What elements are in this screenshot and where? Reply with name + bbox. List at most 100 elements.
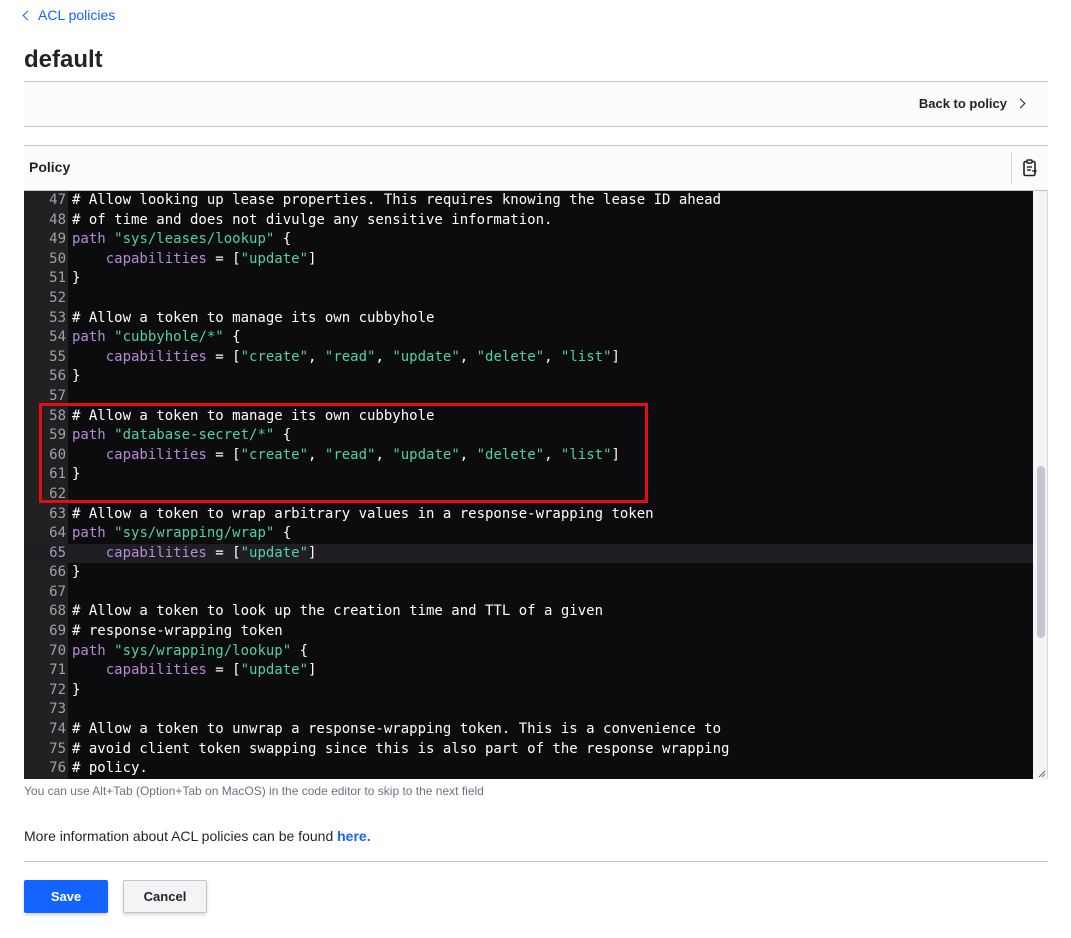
code-line[interactable]: 68 # Allow a token to look up the creatio… xyxy=(24,602,1034,622)
code-token: } xyxy=(72,564,81,581)
line-number: 58 xyxy=(49,407,66,424)
back-to-policy-label: Back to policy xyxy=(918,96,1007,111)
line-text: # Allow a token to manage its own cubbyh… xyxy=(72,309,434,329)
line-text: path "cubbyhole/*" { xyxy=(72,328,241,348)
code-token: } xyxy=(72,270,81,287)
line-number: 48 xyxy=(49,211,66,228)
code-line[interactable]: 48 # of time and does not divulge any sen… xyxy=(24,211,1034,231)
code-line[interactable]: 59 path "database-secret/*" { xyxy=(24,426,1034,446)
code-line[interactable]: 49 path "sys/leases/lookup" { xyxy=(24,230,1034,250)
code-token: = [ xyxy=(206,662,241,679)
code-token: "sys/leases/lookup" xyxy=(114,231,275,248)
code-line[interactable]: 57 xyxy=(24,387,1034,407)
code-line[interactable]: 66} xyxy=(24,563,1034,583)
divider xyxy=(24,861,1048,862)
code-token: "update" xyxy=(240,250,309,267)
code-token: "create" xyxy=(240,348,309,365)
code-line[interactable]: 54 path "cubbyhole/*" { xyxy=(24,328,1034,348)
code-line[interactable]: 62 xyxy=(24,485,1034,505)
line-text: # response-wrapping token xyxy=(72,622,283,642)
scrollbar-thumb[interactable] xyxy=(1037,466,1045,638)
code-line[interactable]: 53 # Allow a token to manage its own cubb… xyxy=(24,309,1034,329)
more-info-link[interactable]: here. xyxy=(337,828,370,844)
policy-label: Policy xyxy=(29,159,71,175)
copy-button[interactable] xyxy=(1011,152,1048,184)
line-number: 76 xyxy=(49,760,66,777)
breadcrumb[interactable]: ACL policies xyxy=(22,7,115,23)
code-token: path xyxy=(72,329,106,346)
code-line[interactable]: 52 xyxy=(24,289,1034,309)
code-line[interactable]: 58 # Allow a token to manage its own cubb… xyxy=(24,407,1034,427)
code-token: = [ xyxy=(206,250,241,267)
code-token: } xyxy=(72,466,81,483)
line-number: 54 xyxy=(49,329,66,346)
line-number: 59 xyxy=(49,427,66,444)
code-line[interactable]: 61} xyxy=(24,465,1034,485)
code-token: capabilities xyxy=(105,446,207,463)
page-title: default xyxy=(24,46,103,73)
cancel-button[interactable]: Cancel xyxy=(123,880,207,913)
code-line[interactable]: 51} xyxy=(24,269,1034,289)
code-line[interactable]: 75 # avoid client token swapping since th… xyxy=(24,740,1034,760)
code-line[interactable]: 60 capabilities = ["create", "read", "up… xyxy=(24,446,1034,466)
code-token: "list" xyxy=(560,348,612,365)
code-line[interactable]: 56} xyxy=(24,367,1034,387)
back-to-policy-link[interactable]: Back to policy xyxy=(918,96,1026,111)
line-number: 68 xyxy=(49,603,66,620)
code-token: } xyxy=(72,368,81,385)
line-text: capabilities = ["create", "read", "updat… xyxy=(72,446,620,466)
save-button[interactable]: Save xyxy=(24,880,108,913)
line-number: 57 xyxy=(49,387,66,404)
code-content[interactable]: 47 # Allow looking up lease properties. T… xyxy=(24,191,1034,779)
code-token: "cubbyhole/*" xyxy=(114,329,224,346)
code-line[interactable]: 55 capabilities = ["create", "read", "up… xyxy=(24,348,1034,368)
code-token: , xyxy=(459,446,477,463)
code-token: capabilities xyxy=(105,250,207,267)
code-token: # response-wrapping token xyxy=(72,623,283,640)
line-number: 50 xyxy=(49,250,66,267)
code-token: { xyxy=(274,525,292,542)
code-token: ] xyxy=(308,250,317,267)
code-editor[interactable]: 47 # Allow looking up lease properties. T… xyxy=(24,191,1048,779)
line-number: 73 xyxy=(49,701,66,718)
code-token: # Allow a token to look up the creation … xyxy=(72,603,604,620)
code-line[interactable]: 76 # policy. xyxy=(24,759,1034,779)
code-line[interactable]: 63 # Allow a token to wrap arbitrary valu… xyxy=(24,505,1034,525)
code-line[interactable]: 73 xyxy=(24,700,1034,720)
code-line[interactable]: 74 # Allow a token to unwrap a response-w… xyxy=(24,720,1034,740)
code-token: , xyxy=(459,348,477,365)
chevron-right-icon xyxy=(1015,98,1026,109)
code-token: capabilities xyxy=(105,544,207,561)
resize-handle-icon[interactable] xyxy=(1038,770,1046,778)
code-line[interactable]: 69 # response-wrapping token xyxy=(24,622,1034,642)
toolbar: Back to policy xyxy=(24,81,1048,127)
line-text: # Allow a token to wrap arbitrary values… xyxy=(72,505,654,525)
code-token: # Allow a token to manage its own cubbyh… xyxy=(72,309,435,326)
line-number: 52 xyxy=(49,289,66,306)
line-number: 69 xyxy=(49,623,66,640)
code-token: # of time and does not divulge any sensi… xyxy=(72,211,553,228)
code-line[interactable]: 72} xyxy=(24,681,1034,701)
code-token: { xyxy=(274,427,292,444)
code-line[interactable]: 65 capabilities = ["update"] xyxy=(24,543,1034,564)
code-token: path xyxy=(72,427,106,444)
code-line[interactable]: 71 capabilities = ["update"] xyxy=(24,661,1034,681)
code-line[interactable]: 67 xyxy=(24,583,1034,603)
line-number: 56 xyxy=(49,368,66,385)
code-line[interactable]: 50 capabilities = ["update"] xyxy=(24,250,1034,270)
code-line[interactable]: 64 path "sys/wrapping/wrap" { xyxy=(24,524,1034,544)
code-line[interactable]: 47 # Allow looking up lease properties. T… xyxy=(24,191,1034,211)
line-number: 51 xyxy=(49,270,66,287)
line-text: path "sys/leases/lookup" { xyxy=(72,230,291,250)
code-line[interactable]: 70 path "sys/wrapping/lookup" { xyxy=(24,642,1034,662)
clipboard-icon xyxy=(1023,159,1037,177)
line-text: capabilities = ["update"] xyxy=(72,544,317,564)
line-text: } xyxy=(72,367,80,387)
policy-section-header: Policy xyxy=(24,145,1048,191)
code-token: = [ xyxy=(206,544,241,561)
